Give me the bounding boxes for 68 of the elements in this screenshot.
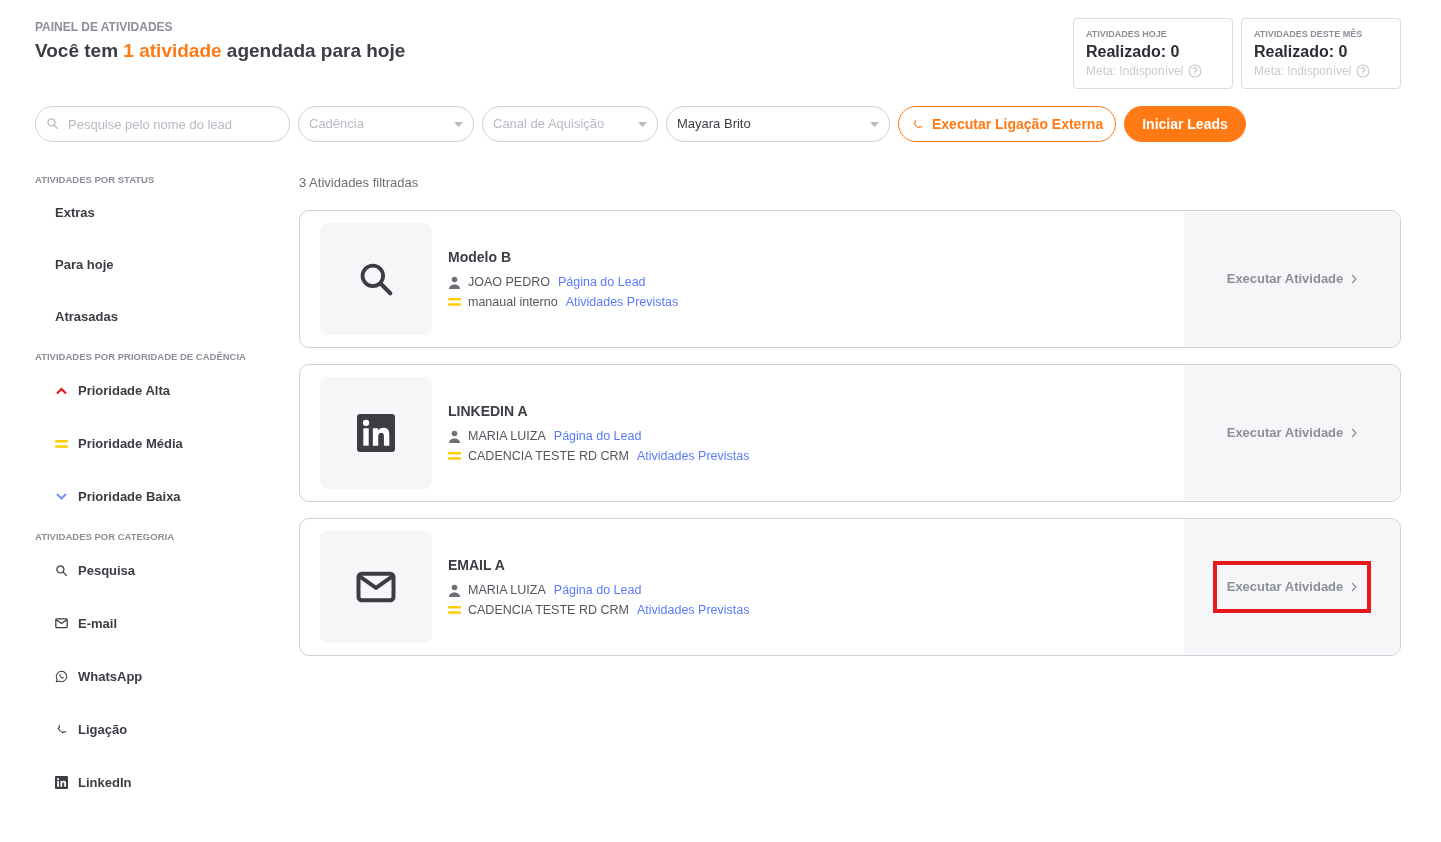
start-button[interactable]: Iniciar Leads — [1124, 106, 1246, 142]
lead-name: MARIA LUIZA — [468, 582, 546, 599]
caret-down-icon — [55, 492, 68, 501]
select-field[interactable]: Cadência — [298, 106, 474, 142]
page-overline: PAINEL DE ATIVIDADES — [35, 19, 174, 36]
help-icon — [1356, 64, 1371, 79]
cadence-name: manaual interno — [468, 294, 558, 311]
activity-title: LINKEDIN A — [448, 402, 529, 421]
whatsapp-icon — [55, 670, 68, 683]
phone-icon — [55, 723, 68, 736]
person-icon — [448, 429, 461, 443]
external-call-button[interactable]: Executar Ligação Externa — [898, 106, 1117, 142]
stat-label: ATIVIDADES HOJE — [1086, 28, 1168, 41]
select-field[interactable]: Mayara Brito — [666, 106, 890, 142]
section-heading: ATIVIDADES POR PRIORIDADE DE CADÊNCIA — [35, 350, 247, 364]
scheduled-activities-link[interactable]: Atividades Previstas — [636, 446, 750, 466]
caret-down-icon — [454, 121, 463, 127]
sidebar-item[interactable]: Prioridade Baixa — [35, 470, 187, 523]
lead-page-link[interactable]: Página do Lead — [553, 426, 642, 446]
sidebar-item[interactable]: Pesquisa — [35, 544, 142, 597]
sidebar-item[interactable]: Prioridade Média — [35, 417, 189, 470]
cadence-name: CADENCIA TESTE RD CRM — [468, 602, 629, 619]
sidebar-item[interactable]: WhatsApp — [35, 650, 149, 703]
caret-down-icon — [870, 121, 879, 127]
person-icon — [448, 275, 461, 289]
chevron-right-icon — [1351, 581, 1358, 592]
activity-title: EMAIL A — [448, 556, 506, 575]
execute-activity-button[interactable]: Executar Atividade — [1216, 252, 1368, 305]
equals-icon — [55, 438, 68, 449]
search-icon — [55, 564, 68, 577]
stat-label: ATIVIDADES DESTE MÊS — [1254, 28, 1364, 41]
page-heading: Você tem 1 atividade agendada para hoje — [35, 40, 406, 63]
section-heading: ATIVIDADES POR CATEGORIA — [35, 530, 175, 544]
cadence-name: CADENCIA TESTE RD CRM — [468, 448, 629, 465]
lead-name: JOAO PEDRO — [468, 274, 550, 291]
phone-icon — [911, 117, 924, 131]
caret-up-icon — [55, 386, 68, 395]
stat-value: Realizado: 0 — [1086, 41, 1181, 62]
sidebar-item[interactable]: Prioridade Alta — [35, 364, 176, 417]
execute-activity-button[interactable]: Executar Atividade — [1216, 406, 1368, 459]
lead-name: MARIA LUIZA — [468, 428, 546, 445]
execute-activity-button[interactable]: Executar Atividade — [1212, 560, 1372, 613]
lead-page-link[interactable]: Página do Lead — [557, 272, 646, 292]
sidebar-item[interactable]: Para hoje — [35, 239, 120, 291]
lead-page-link[interactable]: Página do Lead — [553, 580, 642, 600]
chevron-right-icon — [1351, 427, 1358, 438]
sidebar-item[interactable]: E-mail — [35, 597, 123, 650]
section-heading: ATIVIDADES POR STATUS — [35, 173, 156, 187]
linkedin-icon — [55, 776, 68, 789]
stat-value: Realizado: 0 — [1254, 41, 1349, 62]
sidebar-item[interactable]: Extras — [35, 187, 101, 239]
scheduled-activities-link[interactable]: Atividades Previstas — [565, 292, 679, 312]
search-field[interactable]: Pesquise pelo nome do lead — [35, 106, 290, 142]
search-icon — [46, 117, 59, 130]
envelope-icon — [55, 618, 68, 629]
scheduled-activities-link[interactable]: Atividades Previstas — [636, 600, 750, 620]
help-icon — [1188, 64, 1203, 79]
chevron-right-icon — [1351, 273, 1358, 284]
envelope-icon — [356, 570, 396, 603]
results-count: 3 Atividades filtradas — [299, 174, 420, 192]
sidebar-item[interactable]: Ligação — [35, 703, 134, 756]
activity-title: Modelo B — [448, 248, 512, 267]
person-icon — [448, 583, 461, 597]
caret-down-icon — [638, 121, 647, 127]
select-field[interactable]: Canal de Aquisição — [482, 106, 658, 142]
sidebar-item[interactable]: LinkedIn — [35, 756, 138, 809]
sidebar-item[interactable]: Atrasadas — [35, 291, 124, 343]
linkedin-icon — [357, 413, 395, 452]
